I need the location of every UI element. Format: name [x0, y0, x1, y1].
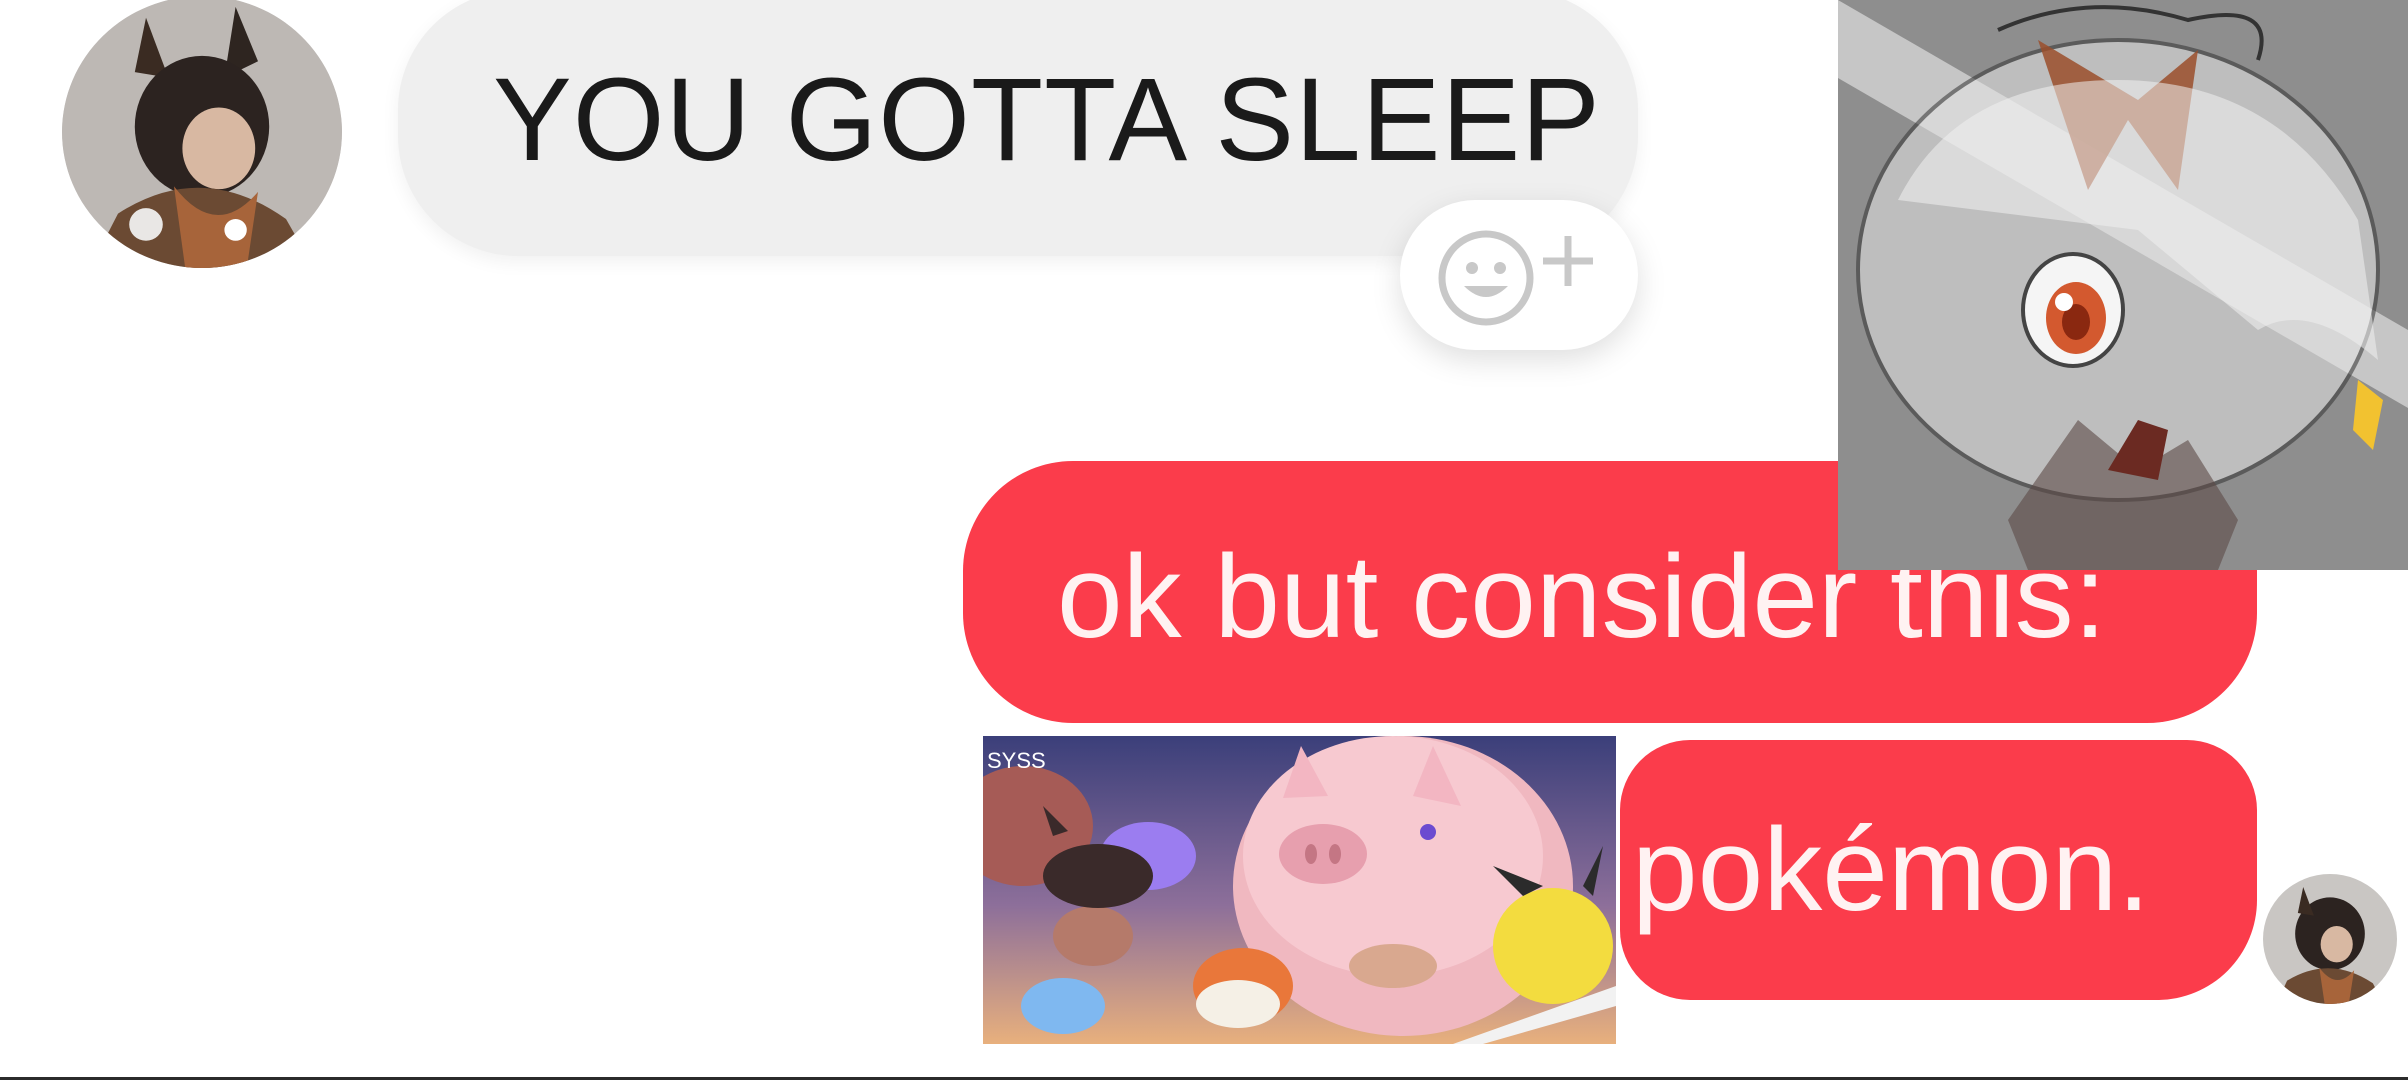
chat-screenshot: YOU GOTTA SLEEP ok but consider this: po…	[0, 0, 2408, 1080]
add-reaction-button[interactable]	[1400, 200, 1638, 350]
anime-character-avatar-icon	[2263, 874, 2397, 1004]
sender-avatar[interactable]	[62, 0, 342, 268]
incoming-message-text: YOU GOTTA SLEEP	[493, 54, 1601, 186]
outgoing-message-bubble[interactable]: pokémon.	[1620, 740, 2257, 1000]
outgoing-message-text: pokémon.	[1632, 804, 2151, 936]
attached-pokemon-image[interactable]: SYSS	[983, 736, 1616, 1044]
image-corner-text: SYSS	[987, 748, 1046, 773]
add-reaction-icon	[1438, 230, 1593, 326]
own-avatar[interactable]	[2263, 874, 2397, 1004]
overlay-character-sticker	[1838, 0, 2408, 570]
anime-character-avatar-icon	[62, 0, 342, 268]
